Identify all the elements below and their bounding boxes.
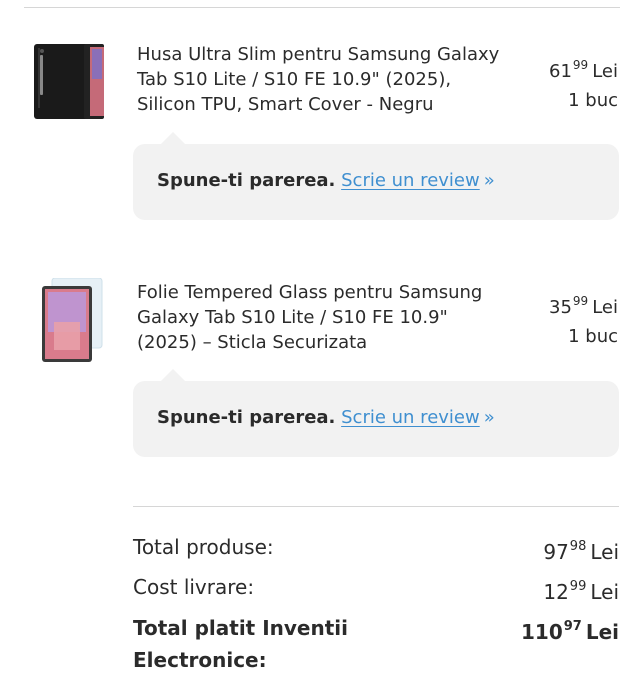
product-price: 6199 Lei — [549, 58, 618, 82]
review-prompt-box: Spune-ti parerea. Scrie un review» — [133, 369, 619, 457]
totals-divider — [133, 506, 619, 507]
product-quantity: 1 buc — [568, 90, 618, 111]
product-name[interactable]: Folie Tempered Glass pentru Samsung Gala… — [137, 280, 507, 355]
product-price: 3599 Lei — [549, 294, 618, 318]
price-block: 6199 Lei 1 buc — [549, 50, 618, 115]
price-block: 3599 Lei 1 buc — [549, 286, 618, 351]
total-products-value: 9798 Lei — [543, 539, 619, 564]
shipping-cost-value: 1299 Lei — [543, 579, 619, 604]
write-review-link[interactable]: Scrie un review — [341, 407, 480, 428]
review-arrow-icon[interactable]: » — [484, 170, 495, 191]
total-paid-value: 11097 Lei — [520, 619, 619, 644]
top-divider — [24, 7, 620, 8]
tablet-case-icon[interactable] — [34, 41, 110, 121]
total-paid-label: Total platit Inventii Electronice: — [133, 616, 348, 672]
write-review-link[interactable]: Scrie un review — [341, 170, 480, 191]
total-products-label: Total produse: — [133, 535, 274, 559]
review-prompt-box: Spune-ti parerea. Scrie un review» — [133, 132, 619, 220]
review-arrow-icon[interactable]: » — [484, 407, 495, 428]
review-prompt: Spune-ti parerea. — [157, 170, 336, 191]
product-quantity: 1 buc — [568, 326, 618, 347]
review-prompt: Spune-ti parerea. — [157, 407, 336, 428]
shipping-cost-label: Cost livrare: — [133, 575, 255, 599]
product-name[interactable]: Husa Ultra Slim pentru Samsung Galaxy Ta… — [137, 42, 507, 117]
screen-protector-icon[interactable] — [34, 277, 110, 362]
